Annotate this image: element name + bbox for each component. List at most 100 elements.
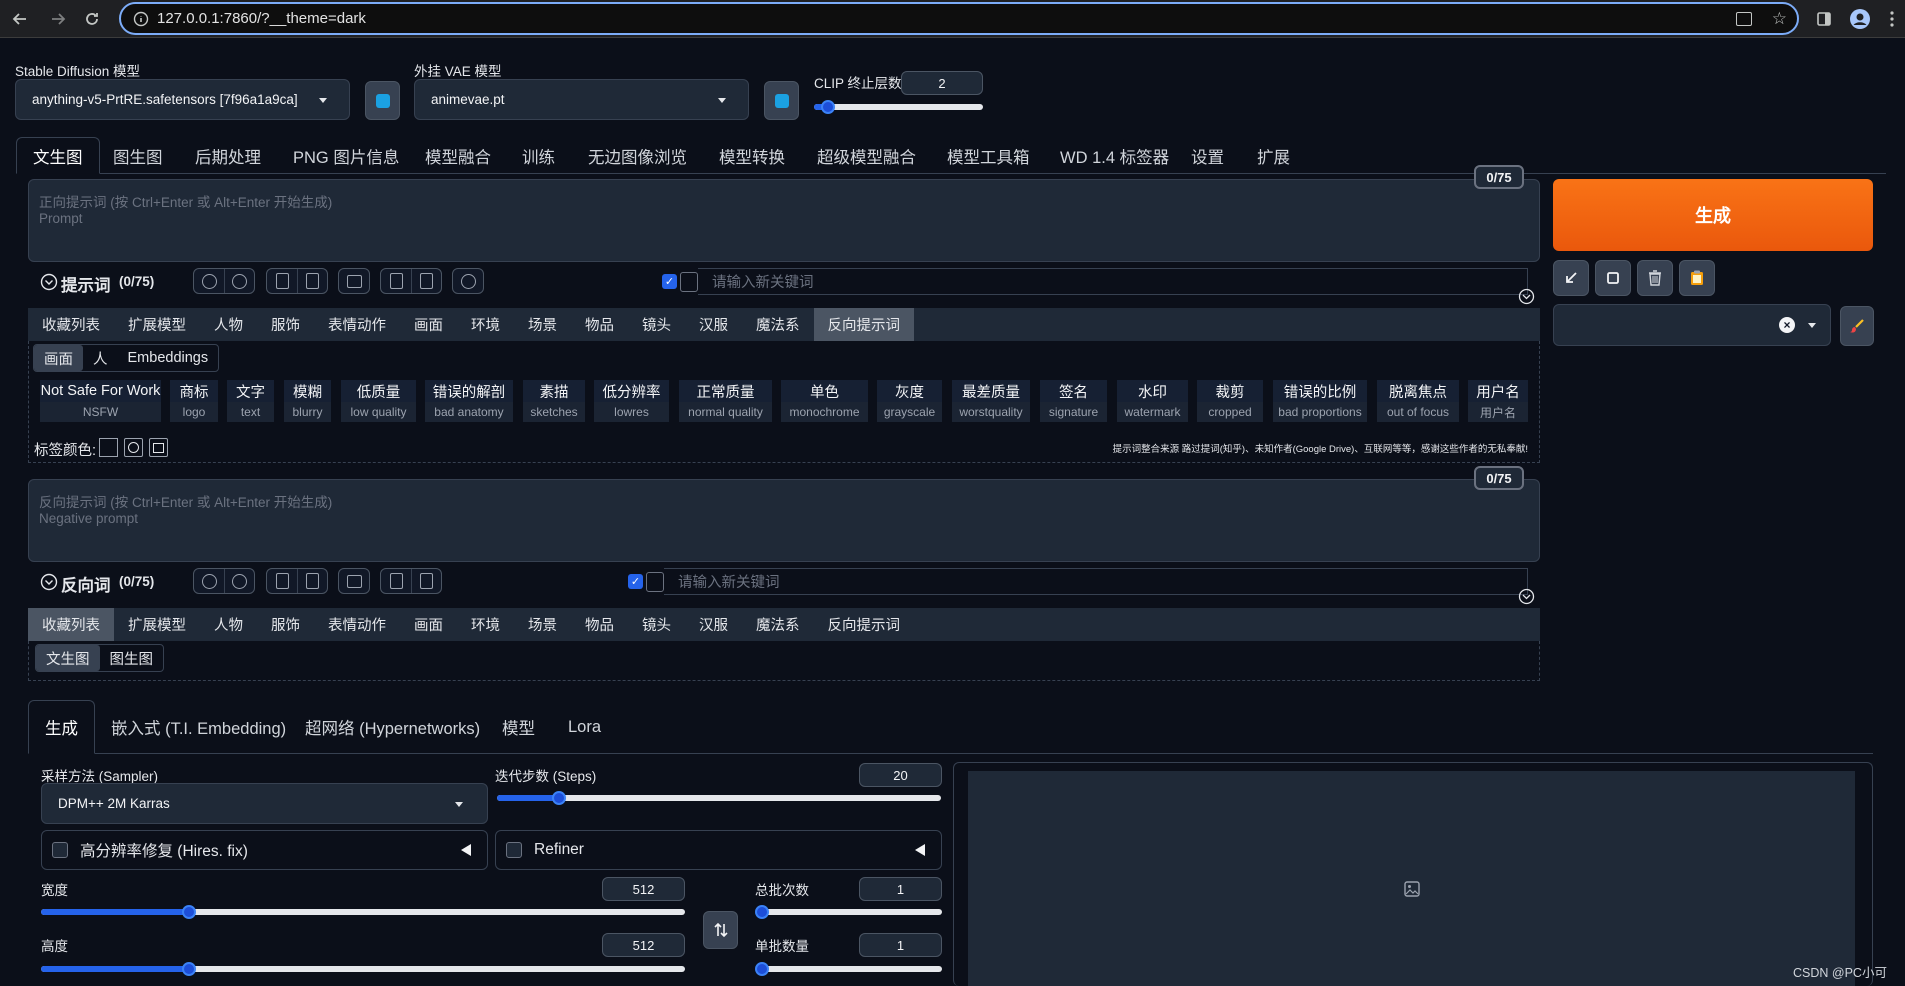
save-bookmark-icon[interactable] (297, 569, 327, 593)
cat-tab-negative[interactable]: 反向提示词 (814, 608, 915, 641)
url-text[interactable]: 127.0.0.1:7860/?__theme=dark (157, 10, 366, 27)
batch-count-input[interactable]: 1 (859, 877, 942, 901)
cat-tab-magic[interactable]: 魔法系 (742, 608, 814, 641)
copy-icon[interactable] (381, 569, 411, 593)
tag-chip[interactable]: 脱离焦点 out of focus (1377, 380, 1459, 422)
tab-checkpoints[interactable]: 模型 (502, 700, 535, 754)
tab-png-info[interactable]: PNG 图片信息 (293, 137, 399, 174)
cat-tab-scene-view[interactable]: 画面 (400, 608, 457, 641)
batch-count-slider[interactable] (755, 905, 942, 919)
tag-chip[interactable]: 裁剪 cropped (1197, 380, 1263, 422)
steps-input[interactable]: 20 (859, 763, 942, 787)
cat-tab-expression[interactable]: 表情动作 (314, 308, 400, 341)
hires-fix-checkbox[interactable] (52, 842, 68, 858)
cat-tab-setting[interactable]: 场景 (514, 608, 571, 641)
slider-thumb[interactable] (755, 905, 769, 919)
cat-tab-hanfu[interactable]: 汉服 (685, 308, 742, 341)
slider-thumb[interactable] (755, 962, 769, 976)
cat-tab-clothing[interactable]: 服饰 (257, 608, 314, 641)
cat-tab-environment[interactable]: 环境 (457, 608, 514, 641)
collapse-chevron-icon[interactable] (40, 273, 58, 291)
expand-chevron-icon[interactable] (1518, 588, 1535, 605)
style-clipboard-button[interactable] (1679, 260, 1715, 296)
info-icon[interactable] (133, 11, 149, 27)
translate-text-icon[interactable] (339, 569, 369, 593)
tag-chip[interactable]: 素描 sketches (523, 380, 585, 422)
steps-slider[interactable] (497, 791, 941, 805)
slider-thumb[interactable] (182, 962, 197, 976)
edit-styles-button[interactable] (1840, 306, 1874, 346)
trash-button[interactable] (1637, 260, 1673, 296)
cat-tab-camera[interactable]: 镜头 (628, 608, 685, 641)
tag-chip[interactable]: 模糊 blurry (284, 380, 331, 422)
tab-checkpoint-merger[interactable]: 模型融合 (425, 137, 491, 174)
translate-icon[interactable] (1735, 11, 1752, 26)
subtab-img2img[interactable]: 图生图 (100, 645, 164, 671)
tag-chip[interactable]: 低质量 low quality (341, 380, 416, 422)
tag-chip[interactable]: 签名 signature (1040, 380, 1107, 422)
vae-dropdown[interactable]: animevae.pt (414, 79, 749, 120)
cat-tab-camera[interactable]: 镜头 (628, 308, 685, 341)
cat-tab-negative[interactable]: 反向提示词 (813, 308, 914, 341)
cat-tab-scene-view[interactable]: 画面 (400, 308, 457, 341)
tab-train[interactable]: 训练 (522, 137, 555, 174)
trash-icon[interactable] (411, 569, 441, 593)
cat-tab-items[interactable]: 物品 (571, 608, 628, 641)
tag-chip[interactable]: 低分辨率 lowres (594, 380, 669, 422)
clip-skip-input[interactable]: 2 (901, 71, 983, 95)
hires-fix-accordion[interactable]: 高分辨率修复 (Hires. fix) (41, 830, 488, 870)
negative-keyword-input[interactable]: 请输入新关键词 (664, 568, 1528, 595)
reload-icon[interactable] (80, 7, 104, 31)
batch-size-input[interactable]: 1 (859, 933, 942, 957)
menu-kebab-icon[interactable] (1880, 7, 1904, 31)
color-save-button[interactable] (149, 438, 168, 457)
cat-tab-items[interactable]: 物品 (571, 308, 628, 341)
tab-ti-embedding[interactable]: 嵌入式 (T.I. Embedding) (111, 700, 286, 754)
swap-dimensions-button[interactable] (703, 911, 738, 949)
cat-tab-extension-models[interactable]: 扩展模型 (114, 608, 200, 641)
cat-tab-clothing[interactable]: 服饰 (257, 308, 314, 341)
cat-tab-extension-models[interactable]: 扩展模型 (114, 308, 200, 341)
tab-wd14-tagger[interactable]: WD 1.4 标签器 (1060, 137, 1169, 174)
cat-tab-character[interactable]: 人物 (200, 308, 257, 341)
bookmark-star-icon[interactable]: ☆ (1772, 9, 1787, 29)
width-slider[interactable] (41, 905, 685, 919)
keyword-checkbox[interactable]: ✓ (662, 274, 677, 289)
clear-prompt-button[interactable] (1595, 260, 1631, 296)
refresh-sd-model-button[interactable] (365, 81, 400, 120)
tag-chip[interactable]: 错误的比例 bad proportions (1273, 380, 1367, 422)
gear-icon[interactable] (224, 269, 254, 293)
tag-chip[interactable]: 灰度 grayscale (877, 380, 942, 422)
chatgpt-icon[interactable] (453, 269, 483, 293)
height-input[interactable]: 512 (602, 933, 685, 957)
tab-image-browser[interactable]: 无边图像浏览 (588, 137, 687, 174)
clip-skip-slider[interactable] (814, 100, 983, 114)
save-bookmark-icon[interactable] (297, 269, 327, 293)
back-icon[interactable] (8, 7, 32, 31)
subtab-embeddings[interactable]: Embeddings (118, 345, 219, 371)
slider-thumb[interactable] (552, 791, 567, 805)
read-params-button[interactable] (1553, 260, 1589, 296)
tag-chip[interactable]: 正常质量 normal quality (679, 380, 772, 422)
styles-dropdown[interactable]: × (1553, 304, 1831, 346)
color-swatch[interactable] (99, 438, 118, 457)
refiner-checkbox[interactable] (506, 842, 522, 858)
width-input[interactable]: 512 (602, 877, 685, 901)
cat-tab-favorites[interactable]: 收藏列表 (28, 308, 114, 341)
profile-avatar-icon[interactable] (1848, 7, 1872, 31)
subtab-txt2img[interactable]: 文生图 (36, 645, 100, 671)
tab-img2img[interactable]: 图生图 (113, 137, 163, 174)
globe-icon[interactable] (194, 569, 224, 593)
load-file-icon[interactable] (267, 269, 297, 293)
slider-thumb[interactable] (182, 905, 197, 919)
cat-tab-magic[interactable]: 魔法系 (742, 308, 814, 341)
collapse-chevron-icon[interactable] (40, 573, 58, 591)
tag-chip[interactable]: 商标 logo (170, 380, 218, 422)
refresh-vae-button[interactable] (764, 81, 799, 120)
batch-size-slider[interactable] (755, 962, 942, 976)
tag-chip[interactable]: 用户名 用户名 (1468, 380, 1528, 422)
gear-icon[interactable] (224, 569, 254, 593)
prompt-textarea[interactable]: 正向提示词 (按 Ctrl+Enter 或 Alt+Enter 开始生成) Pr… (28, 179, 1540, 262)
new-keyword-input[interactable]: 请输入新关键词 (698, 268, 1528, 295)
refiner-accordion[interactable]: Refiner (495, 830, 942, 870)
